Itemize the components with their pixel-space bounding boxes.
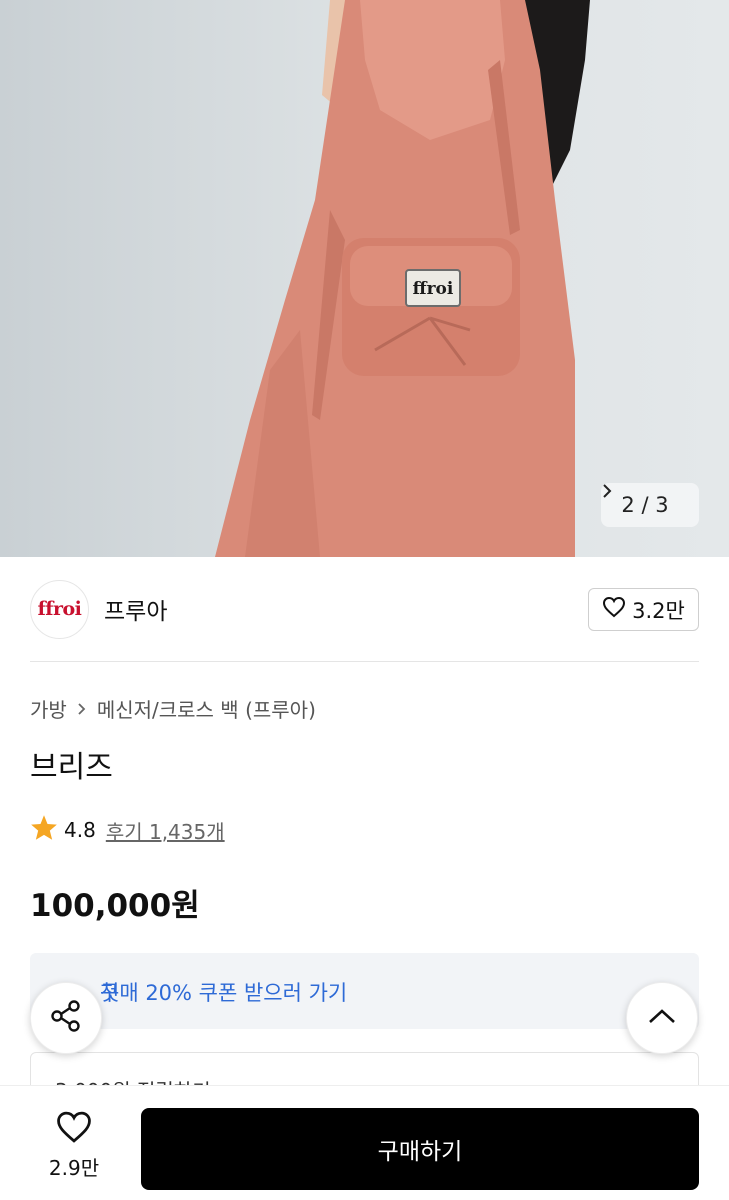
breadcrumb-item-bag[interactable]: 가방	[30, 694, 67, 723]
review-count-link[interactable]: 후기 1,435개	[106, 816, 225, 845]
brand-like-count: 3.2만	[632, 598, 685, 623]
brand-like-button[interactable]: 3.2만	[588, 588, 699, 631]
wishlist-count: 2.9만	[48, 1156, 100, 1180]
breadcrumb-item-category[interactable]: 메신저/크로스 백 (프루아)	[97, 694, 316, 723]
product-name: 브리즈	[30, 750, 113, 785]
product-price: 100,000원	[30, 888, 200, 924]
image-counter-text: 2 / 3	[621, 493, 669, 517]
heart-icon	[602, 596, 626, 623]
brand-name[interactable]: 프루아	[104, 592, 167, 626]
divider	[30, 661, 699, 662]
wishlist-button[interactable]: 2.9만	[30, 1110, 118, 1181]
image-counter[interactable]: 2 / 3	[601, 483, 699, 527]
product-image[interactable]: ffroi 2 / 3	[0, 0, 729, 557]
chevron-up-icon	[648, 1008, 676, 1028]
brand-row[interactable]: ffroi 프루아 3.2만	[30, 579, 699, 639]
brand-logo[interactable]: ffroi	[30, 579, 89, 639]
product-photo: ffroi	[215, 0, 590, 557]
coupon-banner[interactable]: 첫 구매 20% 쿠폰 받으러 가기	[30, 953, 699, 1029]
rating-score: 4.8	[64, 818, 96, 842]
breadcrumb: 가방 메신저/크로스 백 (프루아)	[30, 694, 316, 723]
bottom-bar: 2.9만 구매하기	[0, 1085, 729, 1200]
heart-icon	[55, 1110, 93, 1148]
chevron-right-icon	[77, 697, 87, 721]
bag-label: ffroi	[413, 279, 454, 299]
buy-button[interactable]: 구매하기	[141, 1108, 699, 1190]
share-button[interactable]	[30, 982, 102, 1054]
scroll-top-button[interactable]	[626, 982, 698, 1054]
star-icon	[30, 814, 58, 846]
share-icon	[49, 999, 83, 1037]
coupon-text: 구매 20% 쿠폰 받으러 가기	[100, 981, 348, 1005]
rating[interactable]: 4.8 후기 1,435개	[30, 814, 225, 846]
